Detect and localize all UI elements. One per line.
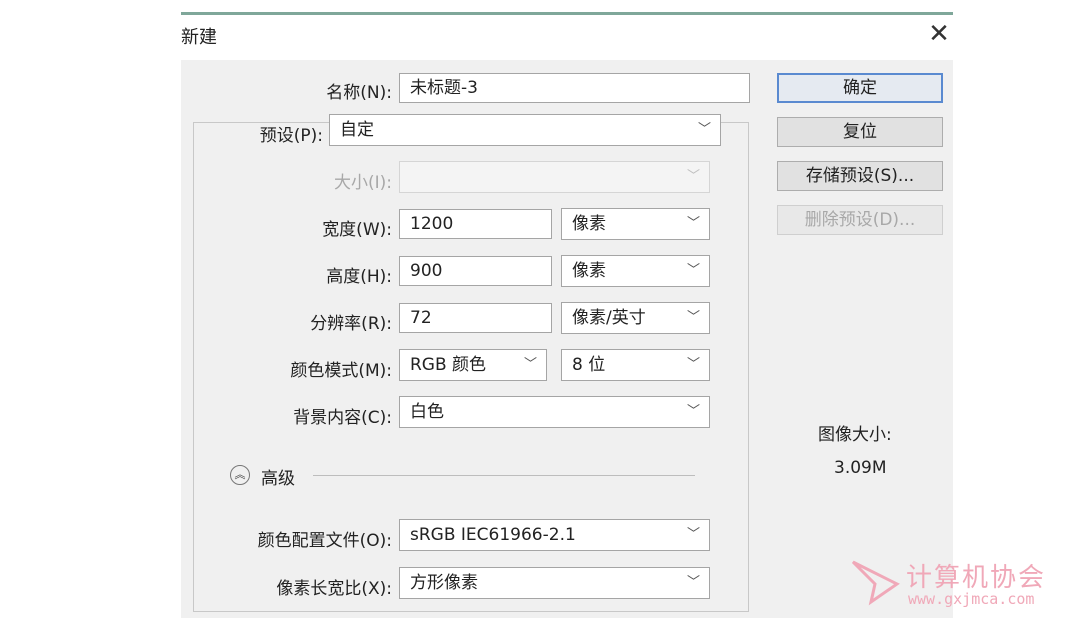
color-profile-value: sRGB IEC61966-2.1 — [410, 525, 576, 545]
background-value: 白色 — [410, 402, 444, 422]
preset-label: 预设(P): — [259, 126, 323, 146]
height-label: 高度(H): — [326, 267, 392, 287]
ok-button[interactable]: 确定 — [777, 73, 943, 103]
chevron-down-icon: ﹀ — [686, 310, 700, 325]
height-unit-select[interactable]: 像素 ﹀ — [561, 255, 710, 287]
chevron-down-icon: ﹀ — [686, 404, 700, 419]
height-input[interactable]: 900 — [399, 256, 552, 286]
bit-depth-value: 8 位 — [572, 355, 606, 375]
resolution-input[interactable]: 72 — [399, 303, 552, 333]
preset-select-value: 自定 — [340, 120, 374, 140]
color-profile-label: 颜色配置文件(O): — [257, 531, 392, 551]
resolution-unit-value: 像素/英寸 — [572, 308, 646, 328]
dialog-title-bar — [181, 15, 953, 60]
pixel-aspect-label: 像素长宽比(X): — [276, 579, 392, 599]
width-unit-select[interactable]: 像素 ﹀ — [561, 208, 710, 240]
delete-preset-button: 删除预设(D)... — [777, 205, 943, 235]
image-size-value: 3.09M — [834, 458, 887, 478]
preset-select[interactable]: 自定 ﹀ — [329, 114, 721, 146]
resolution-unit-select[interactable]: 像素/英寸 ﹀ — [561, 302, 710, 334]
pixel-aspect-value: 方形像素 — [410, 573, 478, 593]
close-icon[interactable]: ✕ — [924, 19, 954, 49]
pixel-aspect-select[interactable]: 方形像素 ﹀ — [399, 567, 710, 599]
background-label: 背景内容(C): — [293, 408, 392, 428]
background-select[interactable]: 白色 ﹀ — [399, 396, 710, 428]
width-input[interactable]: 1200 — [399, 209, 552, 239]
height-unit-value: 像素 — [572, 261, 606, 281]
chevron-down-icon: ﹀ — [686, 527, 700, 542]
chevron-down-icon: ﹀ — [523, 357, 537, 372]
chevron-down-icon: ﹀ — [686, 169, 700, 184]
chevron-down-icon: ﹀ — [697, 122, 711, 137]
chevron-down-icon: ﹀ — [686, 216, 700, 231]
chevron-down-icon: ﹀ — [686, 263, 700, 278]
color-mode-label: 颜色模式(M): — [290, 361, 392, 381]
width-unit-value: 像素 — [572, 214, 606, 234]
size-label: 大小(I): — [333, 173, 392, 193]
watermark-title: 计算机协会 — [906, 563, 1047, 593]
chevron-down-icon: ﹀ — [686, 357, 700, 372]
chevron-down-icon: ﹀ — [686, 575, 700, 590]
color-mode-select[interactable]: RGB 颜色 ﹀ — [399, 349, 547, 381]
watermark-url: www.gxjmca.com — [908, 590, 1035, 608]
width-label: 宽度(W): — [322, 220, 392, 240]
advanced-collapse-icon[interactable]: ︽ — [230, 465, 250, 485]
watermark-logo-icon — [851, 560, 900, 606]
save-preset-button[interactable]: 存储预设(S)... — [777, 161, 943, 191]
image-size-label: 图像大小: — [818, 425, 892, 445]
size-select: ﹀ — [399, 161, 710, 193]
advanced-divider — [313, 475, 695, 476]
name-input[interactable]: 未标题-3 — [399, 73, 750, 103]
name-label: 名称(N): — [326, 83, 392, 103]
reset-button[interactable]: 复位 — [777, 117, 943, 147]
color-mode-value: RGB 颜色 — [410, 355, 487, 375]
advanced-label[interactable]: 高级 — [261, 464, 295, 489]
bit-depth-select[interactable]: 8 位 ﹀ — [561, 349, 710, 381]
color-profile-select[interactable]: sRGB IEC61966-2.1 ﹀ — [399, 519, 710, 551]
resolution-label: 分辨率(R): — [310, 314, 392, 334]
dialog-title: 新建 — [181, 27, 217, 48]
